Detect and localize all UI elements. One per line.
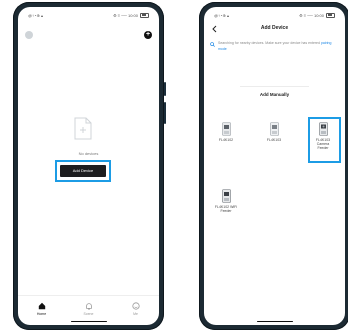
device-item[interactable]: FL4K103: [262, 122, 286, 142]
tab-home[interactable]: Home: [27, 302, 57, 316]
battery-icon: [140, 12, 149, 18]
device-name: FL4K103: [266, 138, 282, 142]
phone-home: @↑◔⊕ ▴ ⚙ ≡ ── 10:00 + No devices Add Dev…: [13, 2, 166, 330]
page-title: Add Device: [260, 25, 289, 31]
search-status: Searching for nearby devices. Make sure …: [210, 41, 337, 52]
empty-state-message: No devices: [78, 151, 99, 156]
home-screen: @↑◔⊕ ▴ ⚙ ≡ ── 10:00 + No devices Add Dev…: [18, 7, 159, 325]
home-indicator: [256, 320, 293, 322]
bell-icon: [85, 303, 92, 310]
tab-scene-label: Scene: [83, 312, 94, 316]
device-name: FL4K102 WiFi Feeder: [214, 205, 238, 213]
tab-home-label: Home: [36, 312, 47, 316]
device-name: FL4K102: [218, 138, 234, 142]
status-right-icons: ⚙ ≡ ── 10:00: [299, 12, 324, 18]
feeder-icon: [269, 122, 279, 136]
home-indicator: [70, 320, 107, 322]
camera-feeder-highlight: [308, 117, 341, 163]
search-icon: [210, 42, 215, 47]
power-button: [164, 102, 166, 124]
nav-bar: Add Device: [204, 23, 345, 35]
battery-icon: [326, 12, 335, 18]
status-right: ⚙ ≡ ── 10:00: [299, 12, 335, 18]
status-left-icons: @↑◔⊕ ▴: [28, 12, 43, 18]
add-icon[interactable]: +: [144, 31, 152, 39]
avatar[interactable]: [25, 31, 33, 39]
add-device-highlight: [55, 160, 111, 182]
add-device-screen: @↑◔⊕ ▴ ⚙ ≡ ── 10:00 Add Device Searching…: [204, 7, 345, 325]
tab-me-label: Me: [133, 312, 138, 316]
smile-icon: [131, 302, 140, 310]
phone-add-device: @↑◔⊕ ▴ ⚙ ≡ ── 10:00 Add Device Searching…: [199, 2, 348, 330]
feeder-icon: [221, 122, 231, 136]
volume-button: [164, 82, 166, 96]
tab-me[interactable]: Me: [121, 302, 151, 316]
status-bar: @↑◔⊕ ▴ ⚙ ≡ ── 10:00: [28, 11, 149, 19]
document-icon: [74, 117, 92, 140]
device-item[interactable]: FL4K102 WiFi Feeder: [214, 189, 238, 213]
section-title: Add Manually: [259, 92, 290, 97]
search-status-text: Searching for nearby devices. Make sure …: [218, 41, 337, 52]
status-left-icons: @↑◔⊕ ▴: [214, 12, 229, 18]
home-icon: [38, 302, 45, 310]
device-item[interactable]: FL4K102: [214, 122, 238, 142]
status-right-icons: ⚙ ≡ ── 10:00: [113, 12, 138, 18]
divider: [240, 86, 309, 87]
wifi-feeder-icon: [221, 189, 231, 203]
tab-scene[interactable]: Scene: [74, 302, 104, 316]
status-right: ⚙ ≡ ── 10:00: [113, 12, 149, 18]
search-message: Searching for nearby devices. Make sure …: [218, 41, 320, 45]
status-bar: @↑◔⊕ ▴ ⚙ ≡ ── 10:00: [214, 11, 335, 19]
